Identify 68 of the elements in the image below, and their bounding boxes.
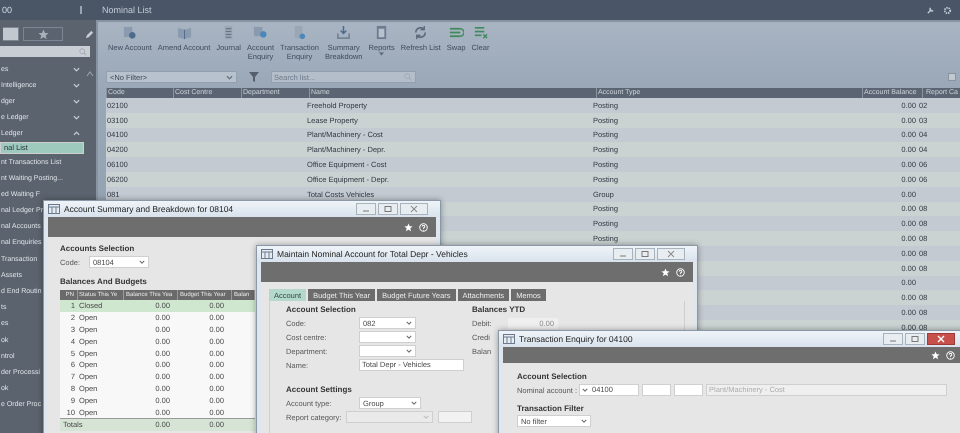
pencil-icon[interactable] — [85, 30, 94, 38]
help-icon[interactable] — [676, 268, 685, 276]
close-icon — [667, 250, 675, 258]
minimize-button[interactable] — [356, 203, 376, 215]
section-heading: Balances YTD — [472, 304, 526, 316]
caret-icon — [226, 74, 233, 80]
caret-icon — [423, 415, 430, 419]
swap-icon — [448, 25, 464, 40]
maximize-icon — [384, 206, 392, 212]
book-icon — [176, 25, 192, 40]
maximize-button[interactable] — [378, 203, 398, 215]
chevron-up-icon — [73, 131, 80, 136]
help-icon[interactable] — [419, 222, 428, 232]
window-icon — [503, 334, 515, 344]
caret-icon — [582, 388, 588, 392]
window-title: Transaction Enquiry for 04100 — [519, 334, 633, 344]
section-heading: Accounts Selection — [60, 243, 134, 255]
close-icon — [937, 335, 945, 343]
section-heading: Account Settings — [286, 384, 352, 396]
section-heading: Account Selection — [517, 371, 587, 383]
clear-list-icon — [473, 25, 488, 40]
window-title: Account Summary and Breakdown for 08104 — [64, 204, 234, 214]
page-title: Nominal List — [102, 5, 152, 15]
close-button[interactable] — [927, 333, 955, 345]
chevron-down-icon — [73, 115, 80, 120]
maximize-button[interactable] — [635, 248, 655, 260]
caret-icon — [581, 419, 587, 423]
star-icon — [38, 28, 48, 40]
search-field[interactable] — [0, 46, 90, 57]
caret-icon — [139, 260, 145, 264]
chevron-down-icon — [73, 82, 80, 88]
scroll-up-icon[interactable] — [86, 70, 94, 78]
star-icon[interactable] — [404, 222, 413, 232]
document-icon — [292, 25, 307, 40]
app-title: 00 — [2, 5, 12, 15]
minimize-button[interactable] — [883, 333, 903, 345]
minimize-button[interactable] — [613, 248, 633, 260]
settings-icon[interactable] — [943, 6, 952, 14]
refresh-icon — [413, 25, 428, 40]
caret-icon — [406, 349, 412, 353]
window-title: Maintain Nominal Account for Total Depr - Vehicles — [277, 249, 468, 259]
input-field[interactable] — [642, 384, 672, 396]
menu-tab[interactable] — [3, 27, 19, 41]
window-icon — [48, 204, 60, 214]
close-icon — [410, 205, 418, 213]
maximize-icon — [911, 336, 919, 342]
caret-icon — [406, 335, 412, 339]
search-icon — [404, 73, 412, 81]
star-icon[interactable] — [931, 350, 940, 360]
window-icon — [261, 249, 273, 259]
section-heading: Balances And Budgets — [60, 276, 147, 288]
wrench-icon[interactable] — [926, 6, 935, 14]
caret-icon — [406, 321, 412, 325]
input-field[interactable] — [674, 384, 704, 396]
caret-icon — [411, 401, 417, 405]
maximize-icon — [641, 251, 649, 257]
search-icon — [79, 48, 87, 56]
section-heading: Account Selection — [286, 304, 356, 316]
input-field — [438, 411, 472, 423]
star-icon[interactable] — [661, 268, 670, 276]
filter-icon[interactable] — [249, 72, 259, 82]
maximize-button[interactable] — [905, 333, 925, 345]
favorites-tab[interactable] — [23, 27, 63, 41]
chevron-down-icon — [73, 66, 80, 72]
section-heading: Transaction Filter — [517, 403, 584, 415]
download-icon — [336, 25, 352, 40]
chevron-down-icon — [73, 98, 80, 104]
help-icon[interactable] — [946, 350, 955, 360]
